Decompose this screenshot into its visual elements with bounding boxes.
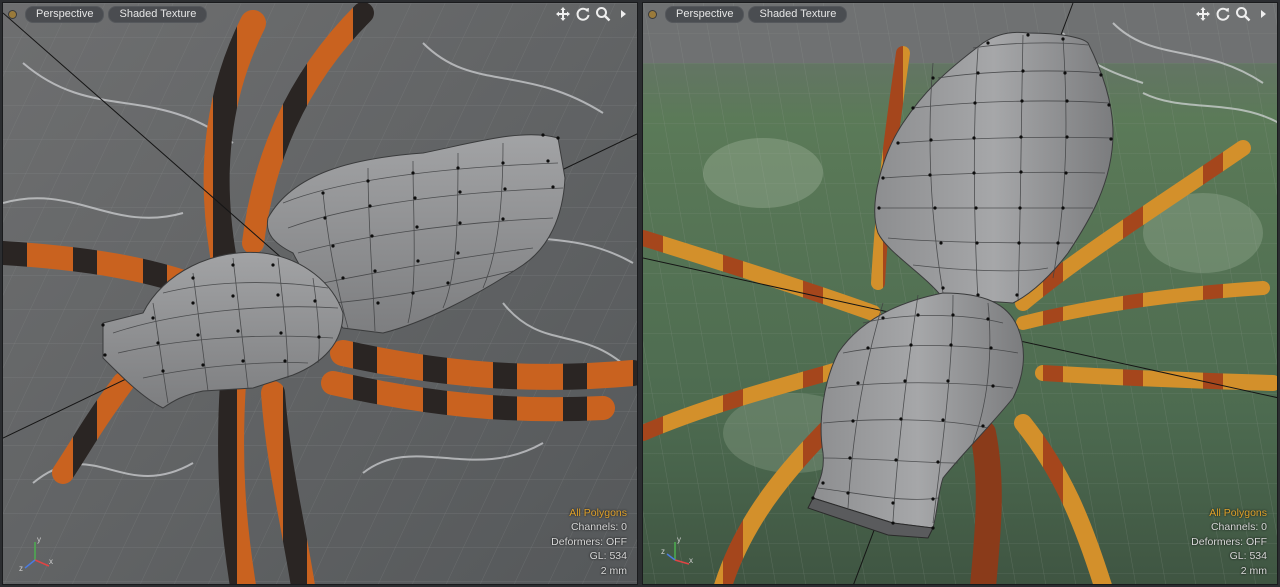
deformers-label: Deformers: OFF — [1191, 535, 1267, 548]
deformers-label: Deformers: OFF — [551, 535, 627, 548]
viewport-info: All Polygons Channels: 0 Deformers: OFF … — [551, 506, 627, 579]
axis-y-label: y — [37, 535, 41, 544]
rotate-icon[interactable] — [1215, 6, 1231, 22]
axis-x-label: x — [49, 557, 53, 566]
viewport-tools — [555, 6, 631, 22]
axis-z-label: z — [661, 547, 665, 556]
channels-label: Channels: 0 — [1210, 521, 1267, 533]
viewport-tools — [1195, 6, 1271, 22]
axis-gizmo: y x z — [661, 535, 693, 565]
zoom-icon[interactable] — [595, 6, 611, 22]
shading-mode-dropdown[interactable]: Shaded Texture — [108, 5, 208, 23]
axis-x-label: x — [689, 556, 693, 565]
gl-label: GL: 534 — [1229, 550, 1267, 562]
axis-y-label: y — [677, 535, 681, 544]
viewport-status-dot[interactable] — [648, 9, 657, 19]
zoom-icon[interactable] — [1235, 6, 1251, 22]
grid-size-label: 2 mm — [600, 564, 627, 577]
viewport-scene[interactable] — [643, 3, 1278, 585]
viewport-menu-icon[interactable] — [615, 6, 631, 22]
viewport-left[interactable]: Perspective Shaded Texture y x z All Pol… — [2, 2, 638, 585]
viewport-right[interactable]: Perspective Shaded Texture y x z All Pol… — [642, 2, 1278, 585]
channels-label: Channels: 0 — [570, 521, 627, 533]
viewport-menu-icon[interactable] — [1255, 6, 1271, 22]
pan-icon[interactable] — [1195, 6, 1211, 22]
viewport-info: All Polygons Channels: 0 Deformers: OFF … — [1191, 506, 1267, 579]
view-mode-dropdown[interactable]: Perspective — [25, 5, 105, 23]
pan-icon[interactable] — [555, 6, 571, 22]
viewport-header: Perspective Shaded Texture — [3, 3, 637, 25]
grid-size-label: 2 mm — [1240, 564, 1267, 577]
selection-mode-label: All Polygons — [569, 506, 627, 519]
rotate-icon[interactable] — [575, 6, 591, 22]
viewport-header: Perspective Shaded Texture — [643, 3, 1277, 25]
shading-mode-dropdown[interactable]: Shaded Texture — [748, 5, 848, 23]
viewport-scene[interactable] — [3, 3, 638, 585]
selection-mode-label: All Polygons — [1209, 506, 1267, 519]
axis-z-label: z — [19, 564, 23, 572]
view-mode-dropdown[interactable]: Perspective — [665, 5, 745, 23]
gl-label: GL: 534 — [589, 550, 627, 562]
viewport-status-dot[interactable] — [8, 9, 17, 19]
axis-gizmo: y x z — [19, 535, 53, 572]
